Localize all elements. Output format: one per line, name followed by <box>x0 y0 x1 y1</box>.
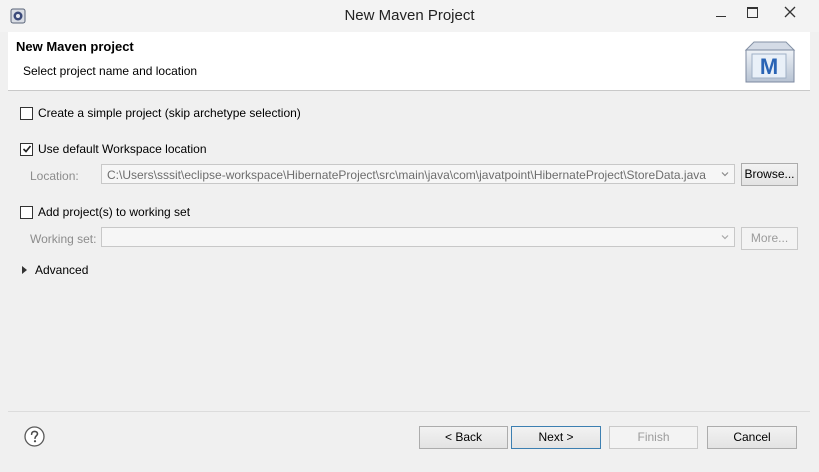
working-set-checkbox-label: Add project(s) to working set <box>38 205 191 219</box>
wizard-subtitle: Select project name and location <box>23 64 198 78</box>
browse-button[interactable]: Browse... <box>741 163 798 186</box>
simple-project-option[interactable]: Create a simple project (skip archetype … <box>20 106 301 120</box>
new-maven-project-dialog: New Maven Project New Maven project Sele… <box>0 0 819 472</box>
chevron-down-icon[interactable] <box>720 232 730 242</box>
window-title: New Maven Project <box>344 7 475 24</box>
minimize-button[interactable] <box>706 0 736 24</box>
working-set-combo[interactable] <box>101 227 735 247</box>
maximize-icon <box>746 6 758 18</box>
default-workspace-checkbox[interactable] <box>20 142 33 156</box>
close-button[interactable] <box>764 0 816 24</box>
working-set-checkbox[interactable] <box>20 205 33 219</box>
default-workspace-label: Use default Workspace location <box>38 142 207 156</box>
maven-logo-icon: M <box>744 41 796 83</box>
next-button[interactable]: Next > <box>511 426 601 449</box>
simple-project-checkbox[interactable] <box>20 106 33 120</box>
simple-project-label: Create a simple project (skip archetype … <box>38 106 301 120</box>
location-value: C:\Users\sssit\eclipse-workspace\Hiberna… <box>107 168 706 182</box>
footer-divider <box>8 411 810 412</box>
back-button[interactable]: < Back <box>419 426 508 449</box>
working-set-option[interactable]: Add project(s) to working set <box>20 205 190 219</box>
location-combo[interactable]: C:\Users\sssit\eclipse-workspace\Hiberna… <box>101 164 735 184</box>
maximize-button[interactable] <box>737 0 767 24</box>
close-icon <box>784 6 796 18</box>
default-workspace-option[interactable]: Use default Workspace location <box>20 142 207 156</box>
wizard-header: New Maven project Select project name an… <box>8 32 810 91</box>
cancel-button[interactable]: Cancel <box>707 426 797 449</box>
chevron-down-icon[interactable] <box>720 169 730 179</box>
wizard-title: New Maven project <box>16 39 134 54</box>
title-bar[interactable]: New Maven Project <box>0 0 819 32</box>
minimize-icon <box>716 15 726 17</box>
help-icon[interactable] <box>24 426 45 447</box>
checkmark-icon <box>22 145 31 153</box>
more-button[interactable]: More... <box>741 227 798 250</box>
working-set-label: Working set: <box>30 232 97 246</box>
advanced-section-toggle[interactable]: Advanced <box>22 263 88 277</box>
location-label: Location: <box>30 169 79 183</box>
maven-logo-letter: M <box>760 54 778 79</box>
finish-button[interactable]: Finish <box>609 426 698 449</box>
expand-arrow-icon[interactable] <box>22 266 27 274</box>
advanced-label: Advanced <box>35 263 89 277</box>
